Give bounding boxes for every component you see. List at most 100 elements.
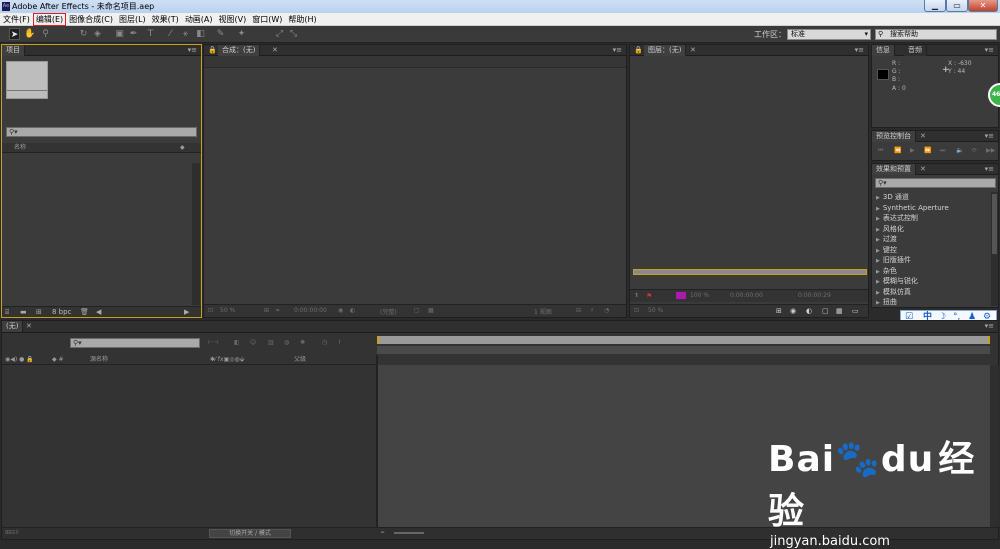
close-tab-icon[interactable]: ✕: [690, 46, 696, 54]
camera-tool-icon[interactable]: ◈: [92, 28, 103, 40]
loop-icon[interactable]: ⟳: [972, 147, 977, 154]
menu-layer[interactable]: 图层(L): [116, 13, 149, 26]
menu-file[interactable]: 文件(F): [0, 13, 33, 26]
draft-3d-icon[interactable]: ◧: [234, 339, 240, 346]
next-frame-icon[interactable]: ⏩: [924, 147, 931, 154]
zoom-tool-icon[interactable]: ⚲: [40, 28, 51, 40]
menu-help[interactable]: 帮助(H): [285, 13, 319, 26]
scroll-right-icon[interactable]: ▶: [184, 308, 189, 316]
search-help-input[interactable]: ⚲ 搜索帮助: [875, 29, 997, 40]
floating-badge[interactable]: 46: [988, 83, 1000, 107]
ripple-icon[interactable]: ⚑: [646, 292, 652, 300]
graph-editor-icon[interactable]: ⌇: [338, 339, 341, 346]
layer-in-time[interactable]: 0:00:00:00: [730, 292, 763, 299]
effect-item[interactable]: ▶ 旧版插件: [876, 255, 911, 266]
always-preview-icon[interactable]: ⊡: [634, 307, 639, 314]
brush-tool-icon[interactable]: ⁄: [165, 28, 176, 40]
workspace-select[interactable]: 标准 ▾: [787, 29, 871, 40]
last-frame-icon[interactable]: ⏭: [940, 147, 945, 155]
menu-composition[interactable]: 图像合成(C): [66, 13, 116, 26]
ram-preview-icon[interactable]: ▶▶: [986, 147, 995, 154]
comp-switches-icon[interactable]: ⊞⊟⇳: [5, 529, 20, 536]
roto-brush-tool-icon[interactable]: ✎: [215, 28, 226, 40]
trash-icon[interactable]: 🗑: [80, 308, 89, 316]
grid-icon[interactable]: ⌗: [276, 307, 279, 315]
set-in-icon[interactable]: ⬆: [634, 292, 639, 299]
safe-zones-icon[interactable]: ⊞: [264, 307, 269, 314]
menu-window[interactable]: 窗口(W): [249, 13, 285, 26]
maximize-button[interactable]: ▭: [946, 0, 968, 12]
panel-menu-icon[interactable]: ▾≡: [613, 46, 622, 54]
close-tab-icon[interactable]: ✕: [920, 132, 926, 140]
audio-icon[interactable]: 🔈: [956, 147, 963, 154]
axis-x-icon[interactable]: ⤢: [274, 28, 285, 40]
eraser-tool-icon[interactable]: ◧: [195, 28, 206, 40]
panel-menu-icon[interactable]: ▾≡: [855, 46, 864, 54]
tab-composition[interactable]: 合成：(无): [218, 45, 261, 56]
new-folder-icon[interactable]: ▬: [20, 308, 27, 316]
text-tool-icon[interactable]: T: [145, 28, 156, 40]
pen-tool-icon[interactable]: ✒: [128, 28, 139, 40]
comp-view-layout[interactable]: 1 视图: [534, 307, 552, 316]
clone-tool-icon[interactable]: ⚹: [180, 28, 191, 40]
tab-timeline[interactable]: (无): [2, 321, 24, 332]
comp-zoom[interactable]: 50 %: [220, 307, 235, 314]
motion-blur-icon[interactable]: ◍: [284, 339, 289, 346]
layer-time-ruler[interactable]: [633, 269, 867, 275]
effect-item[interactable]: ▶ 杂色: [876, 266, 897, 277]
timeline-search-input[interactable]: ⚲▾: [70, 338, 200, 348]
roi-icon[interactable]: ▢: [414, 307, 420, 314]
bpc-label[interactable]: 8 bpc: [52, 308, 71, 316]
grid-icon[interactable]: ⊞: [776, 307, 782, 315]
tab-effects[interactable]: 效果和预置: [872, 164, 916, 175]
new-comp-icon[interactable]: ⊞: [36, 308, 42, 316]
effects-scrollbar[interactable]: [991, 192, 998, 306]
frame-blending-icon[interactable]: ▥: [268, 339, 274, 346]
close-tab-icon[interactable]: ✕: [920, 165, 926, 173]
time-ruler[interactable]: [377, 346, 990, 354]
prev-frame-icon[interactable]: ⏪: [894, 147, 901, 154]
layer-zoom[interactable]: 50 %: [648, 307, 663, 314]
tab-audio[interactable]: 音频: [904, 45, 927, 56]
layer-switches-icon[interactable]: ✱⁄ fx▣◎◍⬙: [210, 355, 244, 364]
label-tag-icon[interactable]: ◆: [180, 143, 185, 152]
menu-view[interactable]: 视图(V): [216, 13, 250, 26]
zoom-out-icon[interactable]: ⏶: [380, 529, 385, 537]
selection-tool-icon[interactable]: ➤: [9, 28, 20, 40]
effect-item[interactable]: ▶ 表达式控制: [876, 213, 918, 224]
hand-tool-icon[interactable]: ✋: [24, 28, 35, 40]
project-scrollbar[interactable]: [192, 163, 200, 305]
menu-animation[interactable]: 动画(A): [182, 13, 216, 26]
lock-icon[interactable]: 🔒: [634, 46, 643, 54]
pan-behind-tool-icon[interactable]: ▣: [114, 28, 125, 40]
fast-preview-icon[interactable]: ▭: [852, 307, 859, 315]
menu-edit[interactable]: 编辑(E): [32, 13, 67, 26]
effect-item[interactable]: ▶ 风格化: [876, 224, 904, 235]
snapshot-icon[interactable]: ◉: [338, 307, 343, 314]
play-icon[interactable]: ▶: [910, 147, 915, 154]
comp-mini-flowchart-icon[interactable]: ⊢⊣: [208, 339, 218, 346]
scroll-left-icon[interactable]: ◀: [96, 308, 101, 316]
label-tag-icon[interactable]: ◆ #: [52, 355, 64, 364]
menu-effect[interactable]: 效果(T): [149, 13, 182, 26]
effect-item[interactable]: ▶ Synthetic Aperture: [876, 203, 949, 214]
pixel-aspect-icon[interactable]: ⊟: [576, 307, 581, 314]
tab-layer[interactable]: 图层：(无): [644, 45, 687, 56]
always-preview-icon[interactable]: ⊡: [208, 307, 213, 314]
panel-menu-icon[interactable]: ▾≡: [985, 322, 994, 330]
effect-item[interactable]: ▶ 扭曲: [876, 297, 897, 306]
close-tab-icon[interactable]: ✕: [26, 322, 32, 330]
snapshot-icon[interactable]: ◉: [790, 307, 796, 315]
work-area-bar[interactable]: [377, 336, 990, 344]
minimize-button[interactable]: ▁: [924, 0, 946, 12]
first-frame-icon[interactable]: ⏮: [878, 147, 883, 155]
panel-menu-icon[interactable]: ▾≡: [985, 132, 994, 140]
effect-item[interactable]: ▶ 模拟仿真: [876, 287, 911, 298]
close-tab-icon[interactable]: ✕: [272, 46, 278, 54]
brainstorm-icon[interactable]: ✺: [300, 339, 305, 346]
exposure-icon[interactable]: ◔: [604, 307, 609, 314]
layer-out-time[interactable]: 0:00:00:29: [798, 292, 831, 299]
toggle-switches-modes-button[interactable]: 切换开关 / 模式: [209, 529, 291, 538]
comp-resolution[interactable]: (完整): [380, 307, 397, 316]
transparency-grid-icon[interactable]: ▦: [428, 307, 434, 314]
